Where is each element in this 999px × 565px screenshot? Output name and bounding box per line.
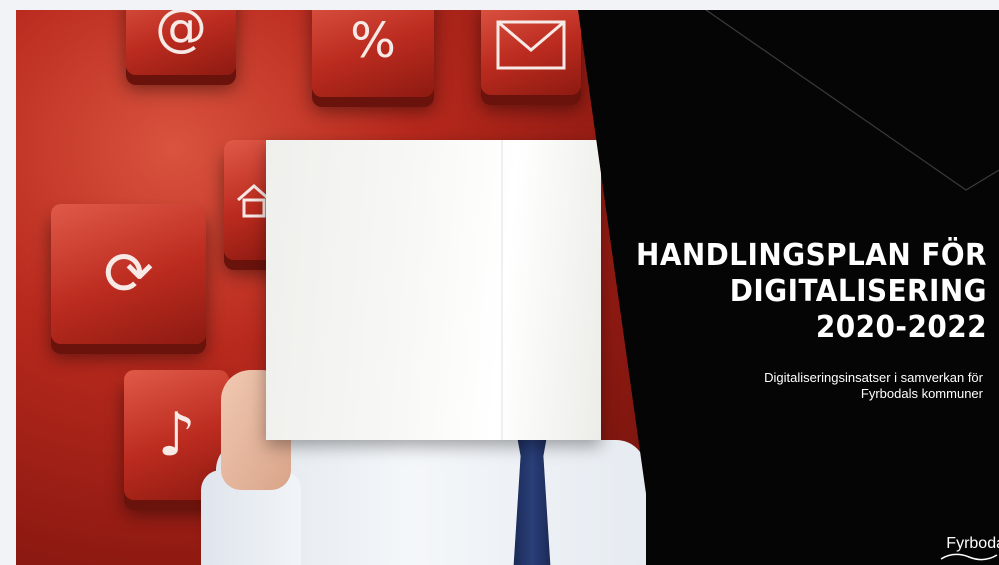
- sync-key-icon: ⟳: [51, 204, 206, 344]
- paper-fold: [501, 140, 503, 440]
- presentation-slide: @ % ⟳ ♪ HANDLINGSPLAN FÖR DIGITALISERING…: [16, 10, 999, 565]
- title-line-2: DIGITALISERING: [729, 274, 987, 309]
- blank-paper-sheet: [266, 140, 601, 440]
- subtitle-line-2: Fyrbodals kommuner: [860, 386, 983, 401]
- percent-key-icon: %: [312, 10, 434, 97]
- title-line-1: HANDLINGSPLAN FÖR: [635, 238, 987, 273]
- mail-key-icon: [481, 10, 581, 95]
- logo-wave-icon: [940, 553, 998, 561]
- slide-subtitle: Digitaliseringsinsatser i samverkan för …: [663, 370, 983, 402]
- subtitle-line-1: Digitaliseringsinsatser i samverkan för: [764, 370, 983, 385]
- title-line-3: 2020-2022: [815, 310, 987, 345]
- cover-photo: @ % ⟳ ♪: [16, 10, 646, 565]
- at-key-icon: @: [126, 10, 236, 75]
- slide-title: HANDLINGSPLAN FÖR DIGITALISERING 2020-20…: [587, 238, 987, 346]
